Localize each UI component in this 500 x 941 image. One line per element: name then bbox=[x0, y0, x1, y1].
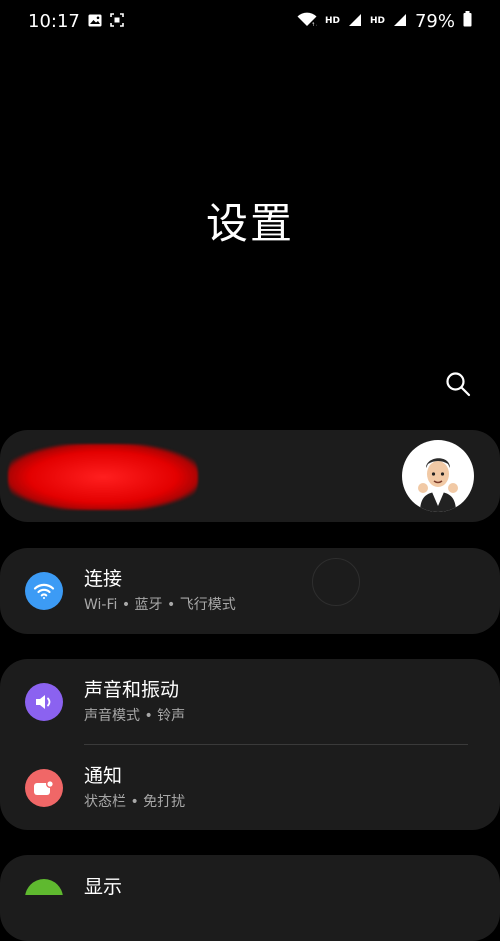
screenshot-icon bbox=[110, 11, 124, 32]
hd-badge-2: HD bbox=[369, 16, 385, 26]
search-icon bbox=[446, 372, 471, 397]
settings-item-notifications[interactable]: 通知 状态栏 • 免打扰 bbox=[0, 745, 500, 831]
battery-icon bbox=[463, 10, 472, 32]
hd-badge-1: HD bbox=[324, 16, 340, 26]
avatar[interactable] bbox=[402, 440, 474, 512]
item-subtitle: Wi-Fi • 蓝牙 • 飞行模式 bbox=[84, 596, 236, 613]
notification-icon bbox=[25, 769, 63, 807]
item-title: 显示 bbox=[84, 876, 123, 895]
item-title: 连接 bbox=[84, 567, 123, 590]
cell-signal-icon-1 bbox=[348, 11, 362, 32]
settings-item-sound[interactable]: 声音和振动 声音模式 • 铃声 bbox=[0, 659, 500, 745]
item-subtitle: 声音模式 • 铃声 bbox=[84, 707, 186, 724]
battery-percent: 79% bbox=[414, 10, 455, 32]
cell-signal-icon-2 bbox=[393, 11, 407, 32]
search-button[interactable] bbox=[442, 368, 474, 400]
item-title: 通知 bbox=[84, 764, 123, 787]
wifi-icon bbox=[25, 572, 63, 610]
item-subtitle: 状态栏 • 免打扰 bbox=[84, 793, 186, 810]
item-title: 声音和振动 bbox=[84, 678, 180, 701]
settings-item-display[interactable]: 显示 bbox=[0, 855, 500, 895]
status-time: 10:17 bbox=[28, 10, 80, 32]
settings-item-connections[interactable]: 连接 Wi-Fi • 蓝牙 • 飞行模式 bbox=[0, 548, 500, 634]
account-name-redacted bbox=[8, 444, 198, 510]
wifi-signal-icon: ↑↓ bbox=[297, 11, 319, 32]
speaker-icon bbox=[25, 683, 63, 721]
gallery-icon bbox=[88, 11, 102, 32]
display-icon bbox=[25, 879, 63, 895]
page-title: 设置 bbox=[205, 199, 294, 248]
svg-text:↑↓: ↑↓ bbox=[311, 22, 317, 27]
status-bar: 10:17 ↑↓ HD HD 79% bbox=[0, 0, 500, 42]
